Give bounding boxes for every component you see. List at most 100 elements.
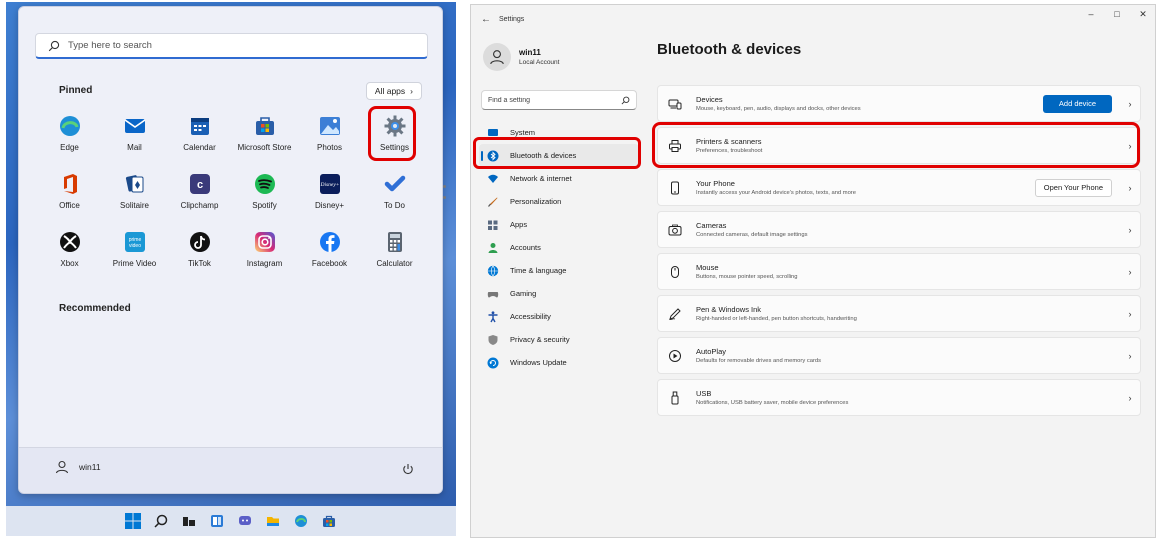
settings-row-your-phone[interactable]: Your Phone Instantly access your Android… (657, 169, 1141, 206)
settings-row-devices[interactable]: Devices Mouse, keyboard, pen, audio, dis… (657, 85, 1141, 122)
nav-item-apps[interactable]: Apps (479, 213, 639, 236)
row-title: Pen & Windows Ink (696, 305, 762, 314)
back-arrow-icon[interactable]: ← (481, 14, 491, 25)
nav-item-gaming[interactable]: Gaming (479, 282, 639, 305)
find-setting-input[interactable] (488, 96, 608, 104)
row-subtitle: Preferences, troubleshoot (696, 148, 763, 154)
desktop-background: Pinned All apps › Edge Mail Calendar Micros… (6, 2, 456, 536)
task-view-icon (183, 517, 195, 526)
row-subtitle: Mouse, keyboard, pen, audio, displays an… (696, 106, 861, 112)
pinned-app-facebook[interactable]: Facebook (297, 223, 362, 281)
nav-item-privacy-security[interactable]: Privacy & security (479, 328, 639, 351)
pinned-app-label: Office (59, 201, 80, 210)
row-text: Your Phone Instantly access your Android… (696, 179, 1035, 196)
taskbar-search-button[interactable] (152, 512, 170, 530)
disney-icon: Disney+ (319, 173, 341, 195)
instagram-icon (254, 231, 276, 253)
chat-button[interactable] (236, 512, 254, 530)
pinned-app-office[interactable]: Office (37, 165, 102, 223)
pinned-app-label: Photos (317, 143, 342, 152)
pinned-app-calculator[interactable]: Calculator (362, 223, 427, 281)
pinned-app-label: TikTok (188, 259, 211, 268)
nav-item-accessibility[interactable]: Accessibility (479, 305, 639, 328)
user-icon (490, 50, 504, 65)
spotify-icon (254, 173, 276, 195)
pinned-app-label: Spotify (252, 201, 277, 210)
pinned-app-prime-video[interactable]: prime video Prime Video (102, 223, 167, 281)
maximize-icon[interactable]: □ (1111, 9, 1123, 20)
settings-row-usb[interactable]: USB Notifications, USB battery saver, mo… (657, 379, 1141, 416)
nav-item-label: Accounts (510, 243, 541, 252)
close-icon[interactable]: ✕ (1137, 9, 1149, 20)
pinned-app-xbox[interactable]: Xbox (37, 223, 102, 281)
page-title: Bluetooth & devices (657, 41, 802, 58)
chevron-right-icon: › (1128, 392, 1132, 403)
pinned-app-photos[interactable]: Photos (297, 107, 362, 165)
page-indicator[interactable] (443, 185, 446, 199)
pinned-app-instagram[interactable]: Instagram (232, 223, 297, 281)
minimize-icon[interactable]: – (1085, 9, 1097, 20)
row-title: USB (696, 389, 712, 398)
accessibility-icon (487, 310, 499, 323)
store-taskbar-button[interactable] (320, 512, 338, 530)
file-explorer-button[interactable] (264, 512, 282, 530)
row-title: Devices (696, 95, 723, 104)
settings-row-printers-scanners[interactable]: Printers & scanners Preferences, trouble… (652, 122, 1141, 168)
pinned-app-to-do[interactable]: To Do (362, 165, 427, 223)
pinned-app-microsoft-store[interactable]: Microsoft Store (232, 107, 297, 165)
account-profile[interactable]: win11 Local Account (483, 43, 559, 71)
account-name: win11 (519, 48, 541, 57)
pinned-app-label: Edge (60, 143, 79, 152)
pinned-app-solitaire[interactable]: Solitaire (102, 165, 167, 223)
nav-item-network-internet[interactable]: Network & internet (479, 167, 639, 190)
pinned-app-settings[interactable]: Settings (362, 106, 427, 165)
pinned-app-label: Calendar (183, 143, 216, 152)
nav-item-system[interactable]: System (479, 121, 639, 144)
power-button[interactable] (402, 462, 414, 480)
pinned-heading: Pinned (59, 85, 93, 96)
user-name: win11 (79, 462, 101, 472)
mouse-icon (668, 265, 682, 279)
phone-icon (668, 181, 682, 195)
pinned-app-edge[interactable]: Edge (37, 107, 102, 165)
nav-item-time-language[interactable]: Time & language (479, 259, 639, 282)
pinned-app-clipchamp[interactable]: c Clipchamp (167, 165, 232, 223)
pinned-app-disney[interactable]: Disney+ Disney+ (297, 165, 362, 223)
nav-item-windows-update[interactable]: Windows Update (479, 351, 639, 374)
edge-icon (295, 515, 307, 527)
find-setting-box[interactable] (481, 90, 637, 110)
chevron-right-icon: › (1128, 140, 1132, 151)
user-account-button[interactable]: win11 (55, 460, 101, 474)
widgets-button[interactable] (208, 512, 226, 530)
all-apps-label: All apps (374, 86, 406, 96)
open-your-phone-button[interactable]: Open Your Phone (1034, 178, 1112, 197)
nav-item-label: Time & language (510, 266, 567, 275)
calendar-icon (189, 115, 211, 137)
add-device-button[interactable]: Add device (1042, 94, 1112, 113)
device-settings-list: Devices Mouse, keyboard, pen, audio, dis… (652, 85, 1141, 421)
pinned-app-calendar[interactable]: Calendar (167, 107, 232, 165)
start-button[interactable] (124, 512, 142, 530)
settings-row-mouse[interactable]: Mouse Buttons, mouse pointer speed, scro… (657, 253, 1141, 290)
nav-item-bluetooth-devices[interactable]: Bluetooth & devices (479, 144, 639, 167)
pinned-app-tiktok[interactable]: TikTok (167, 223, 232, 281)
pinned-app-mail[interactable]: Mail (102, 107, 167, 165)
nav-item-label: Gaming (510, 289, 537, 298)
xbox-icon (59, 231, 81, 253)
edge-taskbar-button[interactable] (292, 512, 310, 530)
settings-row-pen-windows-ink[interactable]: Pen & Windows Ink Right-handed or left-h… (657, 295, 1141, 332)
nav-item-accounts[interactable]: Accounts (479, 236, 639, 259)
settings-row-cameras[interactable]: Cameras Connected cameras, default image… (657, 211, 1141, 248)
settings-row-autoplay[interactable]: AutoPlay Defaults for removable drives a… (657, 337, 1141, 374)
task-view-button[interactable] (180, 512, 198, 530)
svg-text:video: video (129, 243, 141, 249)
window-title: Settings (499, 16, 525, 23)
start-menu: Pinned All apps › Edge Mail Calendar Micros… (18, 6, 446, 494)
pinned-app-spotify[interactable]: Spotify (232, 165, 297, 223)
start-search-input[interactable] (68, 40, 388, 51)
chevron-right-icon: › (410, 86, 413, 96)
nav-item-personalization[interactable]: Personalization (479, 190, 639, 213)
row-text: Mouse Buttons, mouse pointer speed, scro… (696, 263, 1120, 280)
start-search-box[interactable] (35, 33, 428, 59)
all-apps-button[interactable]: All apps › (365, 82, 422, 100)
